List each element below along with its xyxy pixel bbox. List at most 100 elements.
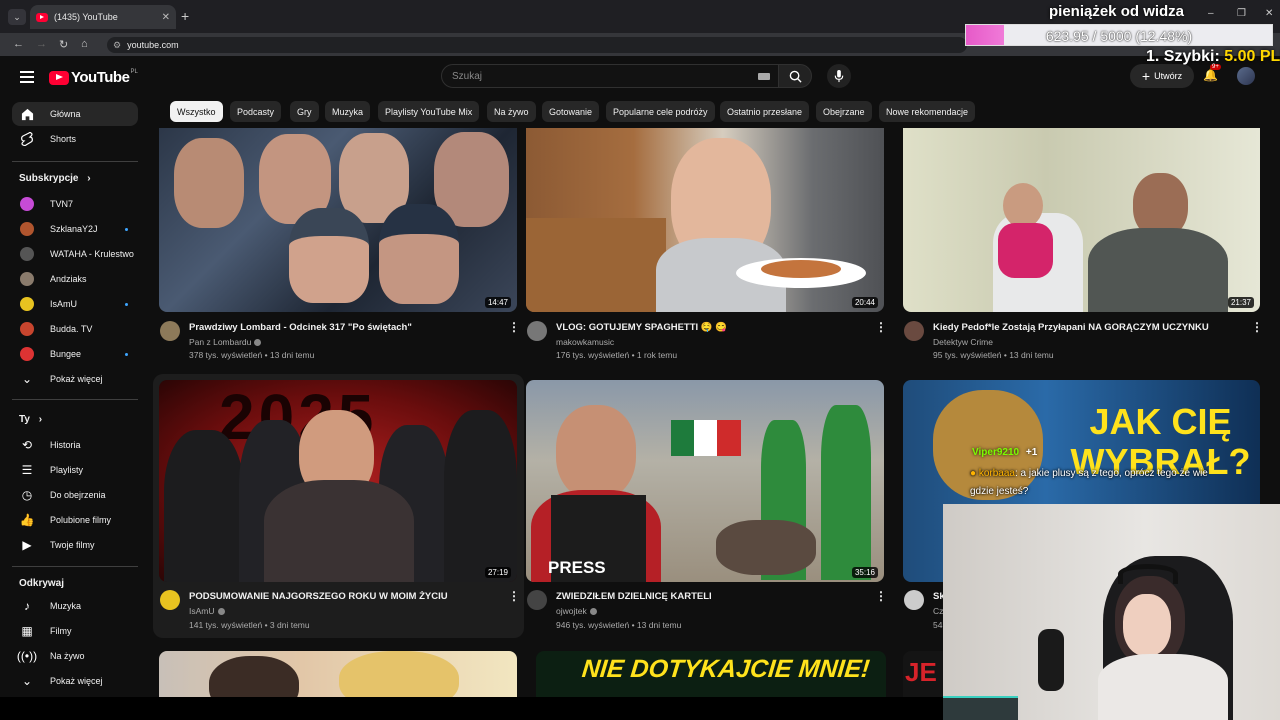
sidebar-item-subscription[interactable]: IsAmU (12, 292, 138, 316)
headphones-icon (1118, 564, 1178, 584)
video-thumbnail[interactable] (159, 651, 517, 697)
url-field[interactable]: ⚙ youtube.com (107, 37, 967, 53)
chip-games[interactable]: Gry (290, 101, 319, 122)
video-thumbnail[interactable]: PRESS 35:16 (526, 380, 884, 582)
video-channel[interactable]: ojwojtek (556, 606, 597, 616)
subscriptions-heading-label: Subskrypcje (19, 173, 79, 184)
video-title[interactable]: PODSUMOWANIE NAJGORSZEGO ROKU W MOIM ŻYC… (189, 591, 448, 602)
sidebar-item-label: SzklanaY2J (50, 224, 98, 234)
sidebar-item-subscription[interactable]: TVN7 (12, 192, 138, 216)
video-title[interactable]: VLOG: GOTUJEMY SPAGHETTI 🤤 😋 (556, 322, 727, 333)
sidebar-item-subscription[interactable]: Bungee (12, 342, 138, 366)
menu-icon[interactable] (20, 71, 34, 83)
channel-name: Cz (933, 606, 944, 616)
channel-avatar[interactable] (527, 590, 547, 610)
sidebar-item-liked[interactable]: 👍 Polubione filmy (12, 508, 138, 532)
account-avatar[interactable] (1237, 67, 1255, 85)
sidebar-item-subscription[interactable]: Andziaks (12, 267, 138, 291)
forward-icon[interactable]: → (36, 38, 47, 50)
video-channel[interactable]: Cz (933, 606, 943, 616)
video-channel[interactable]: Pan z Lombardu (189, 337, 262, 347)
search-button[interactable] (778, 64, 812, 88)
sidebar-item-watch-later[interactable]: ◷ Do obejrzenia (12, 483, 138, 507)
video-thumbnail[interactable]: 14:47 (159, 128, 517, 312)
you-heading[interactable]: Ty › (19, 414, 42, 425)
sidebar-item-label: Budda. TV (50, 324, 93, 334)
tab-close-icon[interactable]: ✕ (162, 12, 170, 23)
video-channel[interactable]: IsAmU (189, 606, 225, 616)
video-meta: 176 tys. wyświetleń • 1 rok temu (556, 350, 678, 360)
video-thumbnail[interactable]: 20:44 (526, 128, 884, 312)
channel-avatar[interactable] (160, 590, 180, 610)
chip-new-recommendations[interactable]: Nowe rekomendacje (879, 101, 976, 122)
youtube-logo[interactable]: YouTube PL (49, 69, 138, 86)
new-tab-button[interactable]: + (181, 8, 189, 24)
webcam-overlay (943, 504, 1280, 720)
video-thumbnail[interactable]: 21:37 (903, 128, 1260, 312)
video-channel[interactable]: makowkamusic (556, 337, 614, 347)
sidebar-item-playlists[interactable]: ☰ Playlisty (12, 458, 138, 482)
video-thumbnail[interactable]: 2025 27:19 (159, 380, 517, 582)
chip-recently-uploaded[interactable]: Ostatnio przesłane (720, 101, 810, 122)
verified-icon (589, 608, 597, 616)
restore-icon[interactable]: ❐ (1237, 8, 1246, 19)
url-text: youtube.com (127, 40, 179, 50)
more-options-icon[interactable]: ⋮ (1251, 320, 1263, 334)
subscriptions-heading[interactable]: Subskrypcje › (19, 173, 91, 184)
chip-all[interactable]: Wszystko (170, 101, 223, 122)
tab-search-button[interactable]: ⌄ (8, 9, 26, 25)
chip-travel[interactable]: Popularne cele podróży (606, 101, 715, 122)
keyboard-icon[interactable] (758, 72, 770, 80)
search-input[interactable]: Szukaj (441, 64, 779, 88)
sidebar-item-home[interactable]: Główna (12, 102, 138, 126)
window-close-icon[interactable]: ✕ (1265, 8, 1273, 19)
sidebar-item-subscription[interactable]: SzklanaY2J (12, 217, 138, 241)
show-more-explore[interactable]: ⌄ Pokaż więcej (12, 669, 138, 693)
sidebar-item-films[interactable]: ▦ Filmy (12, 619, 138, 643)
voice-search-button[interactable] (827, 64, 851, 88)
video-thumbnail[interactable]: JE (903, 651, 943, 697)
sidebar-item-history[interactable]: ⟲ Historia (12, 433, 138, 457)
browser-tab[interactable]: (1435) YouTube ✕ (30, 5, 176, 29)
sidebar-item-shorts[interactable]: Shorts (12, 127, 138, 151)
donation-progress-text: 623.95 / 5000 (12.48%) (1045, 28, 1193, 44)
chip-music[interactable]: Muzyka (325, 101, 371, 122)
sidebar-item-music[interactable]: ♪ Muzyka (12, 594, 138, 618)
chip-cooking[interactable]: Gotowanie (542, 101, 600, 122)
chip-live[interactable]: Na żywo (487, 101, 536, 122)
channel-avatar[interactable] (527, 321, 547, 341)
chip-watched[interactable]: Obejrzane (816, 101, 872, 122)
chip-youtube-mix[interactable]: Playlisty YouTube Mix (378, 101, 480, 122)
history-icon: ⟲ (21, 438, 33, 452)
show-more-subscriptions[interactable]: ⌄ Pokaż więcej (12, 367, 138, 391)
channel-avatar[interactable] (904, 321, 924, 341)
chip-podcasts[interactable]: Podcasty (230, 101, 282, 122)
more-options-icon[interactable]: ⋮ (508, 589, 520, 603)
verified-icon (217, 608, 225, 616)
site-info-icon[interactable]: ⚙ (113, 40, 121, 51)
create-button[interactable]: + Utwórz (1130, 64, 1194, 88)
sidebar-item-live[interactable]: ((•)) Na żywo (12, 644, 138, 668)
video-thumbnail[interactable]: NIE DOTYKAJCIE MNIE! (536, 651, 886, 697)
notifications-button[interactable]: 🔔 9+ (1203, 64, 1221, 82)
verified-icon (254, 339, 262, 347)
channel-avatar[interactable] (904, 590, 924, 610)
minimize-icon[interactable]: – (1208, 8, 1214, 19)
back-icon[interactable]: ← (13, 38, 24, 50)
channel-avatar[interactable] (160, 321, 180, 341)
sidebar-item-subscription[interactable]: Budda. TV (12, 317, 138, 341)
video-title[interactable]: Kiedy Pedof*le Zostają Przyłapani NA GOR… (933, 322, 1209, 333)
chat-text: : a jakie plusy są z tego, oprócz tego ż… (1014, 468, 1208, 479)
more-options-icon[interactable]: ⋮ (875, 589, 887, 603)
more-options-icon[interactable]: ⋮ (875, 320, 887, 334)
video-title[interactable]: ZWIEDZIŁEM DZIELNICĘ KARTELI (556, 591, 712, 602)
home-browser-icon[interactable]: ⌂ (81, 38, 88, 50)
reload-icon[interactable]: ↻ (59, 38, 68, 51)
video-title[interactable]: Prawdziwy Lombard - Odcinek 317 "Po świę… (189, 322, 412, 333)
more-options-icon[interactable]: ⋮ (508, 320, 520, 334)
video-channel[interactable]: Detektyw Crime (933, 337, 993, 347)
sidebar-item-your-videos[interactable]: ▶ Twoje filmy (12, 533, 138, 557)
film-icon: ▦ (21, 624, 33, 638)
video-duration: 21:37 (1227, 297, 1254, 308)
sidebar-item-subscription[interactable]: WATAHA - Krulestwo (12, 242, 138, 266)
